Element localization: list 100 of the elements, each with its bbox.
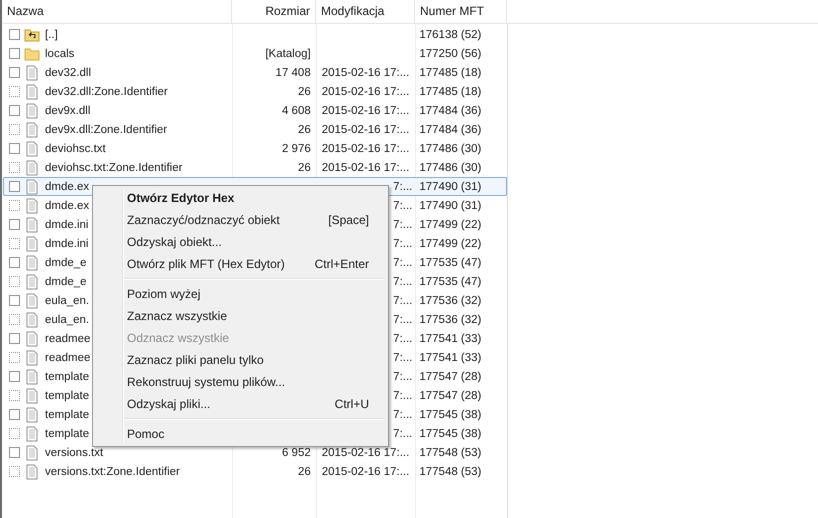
checkbox[interactable] — [9, 124, 20, 135]
file-name: template — [45, 428, 90, 440]
modified-date: 2015-02-16 17:... — [322, 86, 410, 98]
mft-number: 177484 (36) — [419, 104, 482, 116]
checkbox[interactable] — [9, 257, 20, 268]
checkbox[interactable] — [9, 428, 20, 439]
checkbox[interactable] — [9, 447, 20, 458]
checkbox[interactable] — [9, 276, 20, 287]
menu-item[interactable]: Rekonstruuj systemu plików... — [95, 371, 386, 393]
mft-number: 177499 (22) — [419, 238, 482, 250]
file-name: [..] — [45, 28, 58, 40]
file-icon — [24, 140, 40, 156]
modified-date: 7:... — [393, 276, 412, 288]
mft-number: 177541 (33) — [419, 332, 482, 344]
menu-item[interactable]: Odzyskaj obiekt... — [95, 231, 386, 253]
modified-date: 7:... — [393, 294, 412, 306]
file-icon — [24, 216, 40, 232]
checkbox[interactable] — [9, 200, 20, 211]
mft-number: 177548 (53) — [419, 446, 482, 458]
modified-date: 2015-02-16 17:... — [322, 104, 410, 116]
file-icon — [24, 330, 40, 346]
menu-item[interactable]: Zaznacz pliki panelu tylko — [95, 349, 386, 371]
file-size: 26 — [298, 162, 311, 174]
file-icon — [24, 292, 40, 308]
checkbox[interactable] — [9, 162, 20, 173]
checkbox[interactable] — [9, 371, 20, 382]
mft-number: 177535 (47) — [419, 276, 482, 288]
menu-item[interactable]: Otwórz Edytor Hex — [95, 187, 386, 209]
checkbox[interactable] — [9, 143, 20, 154]
modified-date: 2015-02-16 17:... — [322, 162, 410, 174]
file-name: dmde_e — [45, 256, 87, 268]
mft-number: 177541 (33) — [419, 352, 482, 364]
file-icon — [24, 274, 40, 290]
file-name: dmde_e — [45, 276, 87, 288]
checkbox[interactable] — [9, 295, 20, 306]
mft-number: 177485 (18) — [419, 66, 482, 78]
file-name: template — [45, 390, 90, 402]
menu-item[interactable]: Zaznaczyć/odznaczyć obiekt [Space] — [95, 209, 386, 231]
file-size: 17 408 — [276, 66, 311, 78]
checkbox[interactable] — [9, 219, 20, 230]
file-icon — [24, 102, 40, 118]
file-icon — [24, 464, 40, 480]
parent-folder-icon — [24, 26, 40, 42]
column-header[interactable]: Numer MFT — [415, 0, 507, 23]
mft-number: 177490 (31) — [419, 180, 482, 192]
modified-date: 7:... — [393, 370, 412, 382]
mft-number: 177499 (22) — [419, 218, 482, 230]
mft-number: 177535 (47) — [419, 256, 482, 268]
checkbox[interactable] — [9, 466, 20, 477]
modified-date: 2015-02-16 17:... — [322, 446, 410, 458]
checkbox[interactable] — [9, 105, 20, 116]
file-name: readmee — [45, 352, 90, 364]
menu-item[interactable]: Poziom wyżej — [95, 283, 386, 305]
file-icon — [24, 160, 40, 176]
file-size: 2 976 — [282, 142, 311, 154]
checkbox[interactable] — [9, 48, 20, 59]
checkbox[interactable] — [9, 409, 20, 420]
file-icon — [24, 236, 40, 252]
checkbox[interactable] — [9, 390, 20, 401]
modified-date: 7:... — [393, 408, 412, 420]
file-size: 6 952 — [282, 446, 311, 458]
file-name: deviohsc.txt:Zone.Identifier — [45, 162, 182, 174]
column-header[interactable]: Rozmiar — [232, 0, 316, 23]
file-name: template — [45, 370, 90, 382]
file-icon — [24, 312, 40, 328]
modified-date: 7:... — [393, 352, 412, 364]
mft-number: 177547 (28) — [419, 370, 482, 382]
modified-date: 2015-02-16 17:... — [322, 124, 410, 136]
menu-item[interactable]: Otwórz plik MFT (Hex Edytor) Ctrl+Enter — [95, 253, 386, 275]
modified-date: 7:... — [393, 332, 412, 344]
mft-number: 177250 (56) — [419, 48, 482, 60]
menu-item[interactable]: Zaznacz wszystkie — [95, 305, 386, 327]
file-name: versions.txt:Zone.Identifier — [45, 466, 180, 478]
file-icon — [24, 122, 40, 138]
modified-date: 2015-02-16 17:... — [322, 466, 410, 478]
file-size: [Katalog] — [265, 48, 311, 60]
file-icon — [24, 444, 40, 460]
menu-item[interactable]: Pomoc — [95, 423, 386, 445]
column-header[interactable]: Modyfikacja — [316, 0, 415, 23]
checkbox[interactable] — [9, 333, 20, 344]
checkbox[interactable] — [9, 314, 20, 325]
file-name: dmde.ini — [45, 238, 88, 250]
file-name: template — [45, 408, 90, 420]
modified-date: 7:... — [393, 218, 412, 230]
mft-number: 177545 (38) — [419, 428, 482, 440]
file-name: versions.txt — [45, 446, 104, 458]
menu-item[interactable]: Odzyskaj pliki... Ctrl+U — [95, 393, 386, 415]
checkbox[interactable] — [9, 86, 20, 97]
checkbox[interactable] — [9, 238, 20, 249]
file-icon — [24, 368, 40, 384]
file-icon — [24, 406, 40, 422]
file-icon — [24, 198, 40, 214]
file-name: dev9x.dll:Zone.Identifier — [45, 124, 168, 136]
file-icon — [24, 426, 40, 442]
modified-date: 7:... — [393, 200, 412, 212]
checkbox[interactable] — [9, 29, 20, 40]
checkbox[interactable] — [9, 181, 20, 192]
column-header[interactable]: Nazwa — [2, 0, 232, 23]
checkbox[interactable] — [9, 67, 20, 78]
checkbox[interactable] — [9, 352, 20, 363]
